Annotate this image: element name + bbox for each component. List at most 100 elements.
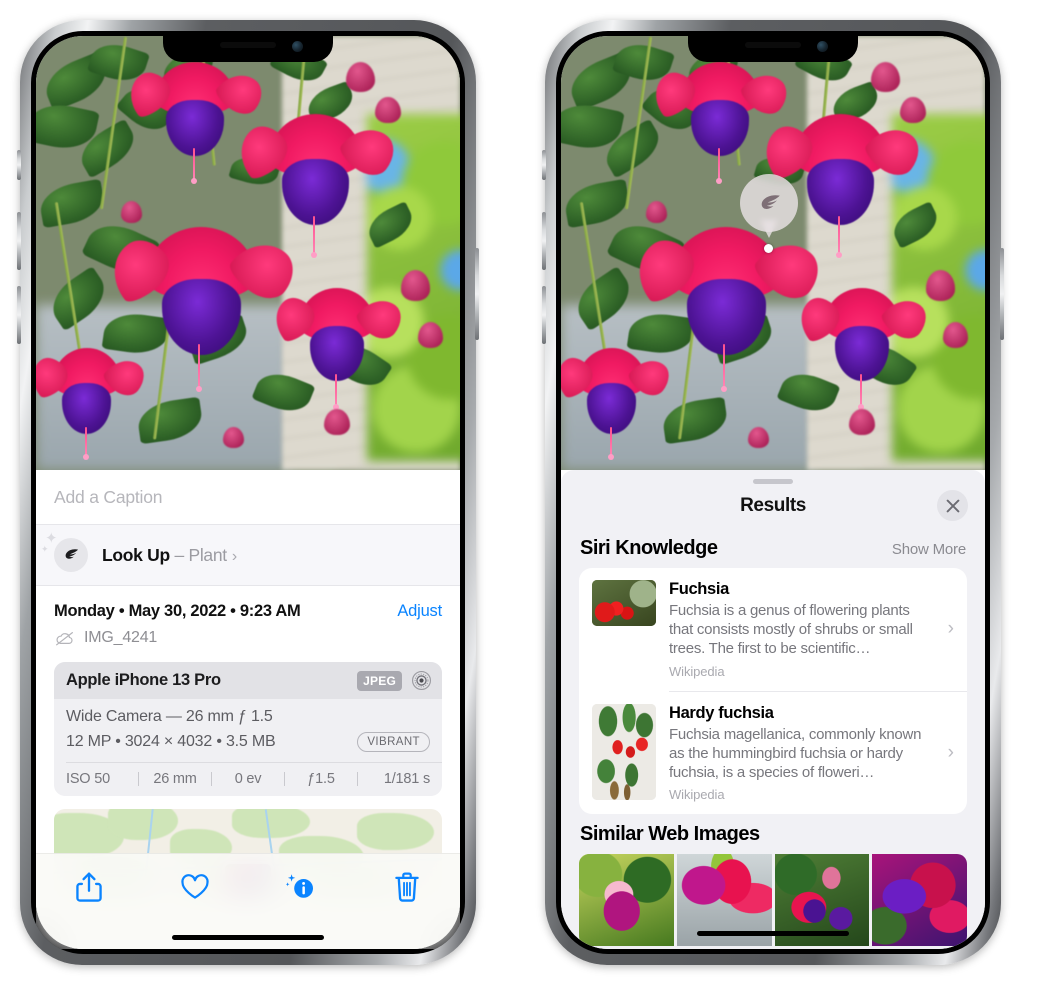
close-icon	[946, 499, 959, 512]
power-button[interactable]	[475, 248, 479, 340]
photo-viewer[interactable]	[561, 36, 985, 470]
power-button[interactable]	[1000, 248, 1004, 340]
camera-model: Apple iPhone 13 Pro	[66, 671, 221, 689]
earpiece-speaker	[220, 42, 276, 48]
cloud-slash-icon	[56, 631, 73, 645]
photo-metadata: Monday • May 30, 2022 • 9:23 AM Adjust I…	[36, 586, 460, 647]
adjust-button[interactable]: Adjust	[397, 602, 442, 621]
volume-down-button[interactable]	[17, 286, 21, 344]
image-size-info: 12 MP • 3024 × 4032 • 3.5 MB	[66, 733, 276, 750]
photo-filename: IMG_4241	[84, 629, 158, 646]
photo-viewer[interactable]	[36, 36, 460, 470]
siri-knowledge-title: Siri Knowledge	[580, 537, 718, 559]
exif-stat-iso: ISO 50	[66, 771, 110, 787]
look-up-row[interactable]: ✦ ✦ Look Up – Plant ›	[36, 525, 460, 585]
exif-stats-row: ISO 50 26 mm 0 ev ƒ1.5 1/181 s	[54, 763, 442, 796]
photo-toolbar	[36, 853, 460, 949]
knowledge-description: Fuchsia magellanica, commonly known as t…	[669, 725, 922, 781]
knowledge-item[interactable]: Hardy fuchsia Fuchsia magellanica, commo…	[579, 692, 967, 815]
exif-stat-aperture: ƒ1.5	[307, 771, 335, 787]
knowledge-source: Wikipedia	[669, 663, 725, 679]
photo-info-sheet: Add a Caption ✦ ✦ Look Up – Plant › Mond…	[36, 470, 460, 949]
photo-date: Monday • May 30, 2022 • 9:23 AM	[54, 602, 301, 620]
exif-stat-shutter: 1/181 s	[383, 771, 430, 787]
phone-bezel: Results Siri Knowledge Show More Fuchsia…	[556, 31, 990, 954]
lens-info: Wide Camera — 26 mm ƒ 1.5	[66, 708, 273, 725]
look-up-separator: –	[169, 544, 189, 565]
metadata-header: Monday • May 30, 2022 • 9:23 AM Adjust	[54, 586, 442, 621]
format-badge: JPEG	[357, 670, 402, 691]
photo-foliage	[36, 36, 460, 470]
knowledge-thumbnail	[592, 580, 656, 626]
siri-knowledge-card: Fuchsia Fuchsia is a genus of flowering …	[579, 568, 967, 815]
chevron-right-icon: ›	[231, 547, 237, 565]
photo-filename-row: IMG_4241	[54, 629, 442, 647]
info-sparkle-icon	[286, 874, 313, 898]
delete-button[interactable]	[380, 867, 434, 907]
look-up-subject: Plant	[188, 544, 227, 565]
show-more-button[interactable]: Show More	[892, 541, 966, 558]
close-results-button[interactable]	[937, 490, 968, 521]
notch	[688, 31, 858, 62]
silence-switch[interactable]	[542, 150, 546, 180]
chevron-right-icon: ›	[947, 618, 954, 640]
earpiece-speaker	[745, 42, 801, 48]
phone-bezel: Add a Caption ✦ ✦ Look Up – Plant › Mond…	[31, 31, 465, 954]
home-indicator[interactable]	[697, 931, 849, 936]
visual-look-up-badge[interactable]	[740, 174, 798, 232]
leaf-icon	[54, 538, 88, 572]
share-icon	[76, 872, 102, 902]
similar-web-images-title: Similar Web Images	[580, 823, 760, 846]
info-button[interactable]	[274, 867, 328, 907]
results-header: Results	[561, 484, 985, 528]
exif-stat-focal: 26 mm	[153, 771, 197, 787]
favorite-heart-icon	[181, 874, 209, 899]
volume-up-button[interactable]	[17, 212, 21, 270]
front-camera	[817, 41, 828, 52]
lens-icon	[412, 671, 431, 690]
caption-input[interactable]: Add a Caption	[36, 470, 460, 524]
exif-header: Apple iPhone 13 Pro JPEG	[54, 662, 442, 699]
favorite-button[interactable]	[168, 867, 222, 907]
screen-left: Add a Caption ✦ ✦ Look Up – Plant › Mond…	[36, 36, 460, 949]
exif-size-row: 12 MP • 3024 × 4032 • 3.5 MB VIBRANT	[66, 732, 430, 752]
screen-right: Results Siri Knowledge Show More Fuchsia…	[561, 36, 985, 949]
knowledge-title: Fuchsia	[669, 580, 729, 598]
iphone-right: Results Siri Knowledge Show More Fuchsia…	[542, 20, 1004, 965]
knowledge-description: Fuchsia is a genus of flowering plants t…	[669, 602, 913, 658]
results-sheet: Results Siri Knowledge Show More Fuchsia…	[561, 470, 985, 949]
knowledge-title: Hardy fuchsia	[669, 703, 774, 722]
look-up-label: Look Up – Plant ›	[102, 545, 237, 566]
silence-switch[interactable]	[17, 150, 21, 180]
chevron-right-icon: ›	[947, 741, 954, 763]
results-title: Results	[740, 495, 806, 516]
siri-knowledge-header: Siri Knowledge Show More	[561, 528, 985, 568]
knowledge-body: Hardy fuchsia Fuchsia magellanica, commo…	[669, 704, 935, 803]
sparkle-small-icon: ✦	[41, 544, 49, 554]
iphone-left: Add a Caption ✦ ✦ Look Up – Plant › Mond…	[17, 20, 479, 965]
photo-foliage	[561, 36, 985, 470]
photographic-style-badge: VIBRANT	[357, 732, 430, 752]
notch	[163, 31, 333, 62]
knowledge-item[interactable]: Fuchsia Fuchsia is a genus of flowering …	[579, 568, 967, 691]
volume-up-button[interactable]	[542, 212, 546, 270]
exif-stat-ev: 0 ev	[234, 771, 262, 787]
look-up-icon-wrap: ✦ ✦	[41, 531, 88, 572]
trash-icon	[395, 872, 419, 902]
knowledge-body: Fuchsia Fuchsia is a genus of flowering …	[669, 580, 935, 679]
exif-body: Wide Camera — 26 mm ƒ 1.5 12 MP • 3024 ×…	[54, 699, 442, 762]
knowledge-thumbnail	[592, 703, 656, 800]
web-image-thumbnail[interactable]	[579, 854, 674, 947]
front-camera	[292, 41, 303, 52]
share-button[interactable]	[62, 867, 116, 907]
look-up-title: Look Up	[102, 544, 170, 565]
web-image-thumbnail[interactable]	[872, 854, 967, 947]
leaf-icon	[761, 194, 780, 209]
knowledge-source: Wikipedia	[669, 787, 725, 803]
exif-card[interactable]: Apple iPhone 13 Pro JPEG Wide Camera — 2…	[54, 662, 442, 796]
visual-look-up-anchor-dot	[764, 244, 773, 253]
screenshot-stage: Add a Caption ✦ ✦ Look Up – Plant › Mond…	[0, 0, 1055, 985]
volume-down-button[interactable]	[542, 286, 546, 344]
similar-web-images-header: Similar Web Images	[561, 814, 985, 854]
home-indicator[interactable]	[172, 935, 324, 940]
